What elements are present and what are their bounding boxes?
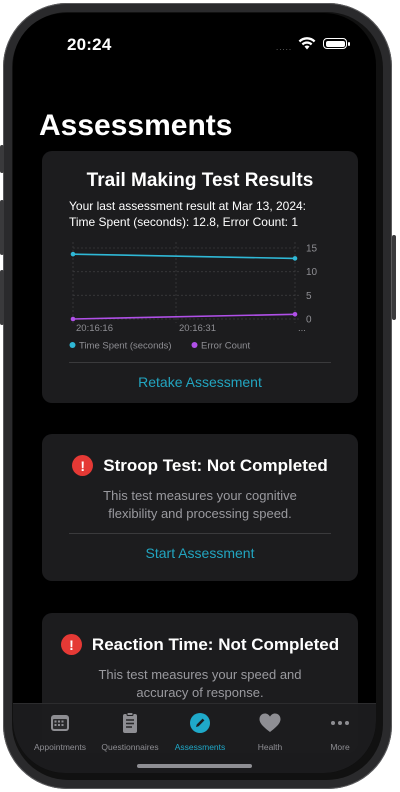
retake-assessment-button[interactable]: Retake Assessment	[42, 374, 358, 390]
trail-results-chart: 15 10 5 0 20:16:16 20:16:31 ... Time Spent (sec…	[69, 242, 318, 352]
clipboard-icon	[123, 712, 137, 733]
tab-label: Questionnaires	[101, 742, 159, 752]
screen: 20:24 ..... Assessments Trail Making Tes…	[13, 13, 376, 773]
card-divider	[69, 362, 331, 363]
wifi-icon	[298, 37, 316, 50]
y-tick-label: 10	[306, 267, 318, 278]
data-point	[292, 311, 298, 317]
calendar-icon	[51, 715, 69, 731]
heart-icon	[259, 713, 281, 732]
y-tick-label: 5	[306, 291, 312, 302]
power-button	[392, 235, 396, 320]
result-line-2: Time Spent (seconds): 12.8, Error Count:…	[69, 215, 298, 229]
series-line-1	[72, 313, 296, 320]
tab-label: Health	[257, 742, 283, 752]
status-time: 20:24	[67, 35, 112, 54]
volume-down-button	[0, 270, 4, 325]
legend-label: Error Count	[201, 341, 250, 352]
reaction-desc-line-2: accuracy of response.	[136, 685, 264, 700]
signal-indicator: .....	[276, 43, 293, 52]
result-line-1: Your last assessment result at Mar 13, 2…	[69, 199, 307, 213]
tab-more[interactable]: More	[304, 712, 376, 752]
page-title: Assessments	[39, 109, 233, 142]
reaction-card-title: Reaction Time: Not Completed	[91, 634, 340, 654]
data-point	[70, 316, 76, 322]
tab-label: Appointments	[34, 742, 86, 752]
x-tick-label: 20:16:16	[76, 323, 113, 334]
reaction-description: This test measures your speed and accura…	[42, 666, 358, 702]
tab-appointments[interactable]: Appointments	[24, 712, 96, 752]
legend-marker	[69, 342, 76, 348]
stroop-desc-line-2: flexibility and processing speed.	[108, 506, 292, 521]
trail-result-text: Your last assessment result at Mar 13, 2…	[69, 198, 339, 230]
x-tick-label: ...	[298, 323, 306, 334]
reaction-card-header: ! Reaction Time: Not Completed	[42, 634, 358, 655]
data-point	[70, 251, 76, 257]
x-tick-label: 20:16:31	[179, 323, 216, 334]
stroop-description: This test measures your cognitive flexib…	[42, 487, 358, 523]
volume-up-button	[0, 200, 4, 255]
home-indicator	[137, 764, 252, 768]
battery-icon	[323, 38, 350, 49]
tab-assessments[interactable]: Assessments	[164, 712, 236, 752]
legend-marker	[191, 342, 198, 348]
stroop-test-card: ! Stroop Test: Not Completed This test m…	[42, 434, 358, 581]
card-divider	[69, 533, 331, 534]
tab-health[interactable]: Health	[234, 712, 306, 752]
legend-label: Time Spent (seconds)	[79, 341, 172, 352]
pencil-icon	[190, 713, 210, 733]
status-bar: 20:24 .....	[13, 13, 376, 67]
y-tick-label: 0	[306, 315, 312, 326]
y-tick-label: 15	[306, 244, 318, 255]
trail-card-title: Trail Making Test Results	[86, 170, 314, 191]
exclamation-icon: !	[60, 634, 82, 655]
stroop-desc-line-1: This test measures your cognitive	[103, 488, 297, 503]
tab-label: More	[330, 742, 350, 752]
ellipsis-icon	[331, 721, 349, 725]
series-line-0	[72, 253, 296, 260]
stroop-card-title: Stroop Test: Not Completed	[103, 455, 328, 475]
start-assessment-button[interactable]: Start Assessment	[42, 545, 358, 561]
reaction-desc-line-1: This test measures your speed and	[98, 667, 302, 682]
tab-label: Assessments	[174, 742, 226, 752]
trail-making-card: Trail Making Test Results Your last asse…	[42, 151, 358, 403]
tab-bar: Appointments Questionnaires Assessments	[13, 703, 376, 773]
action-button	[0, 145, 4, 173]
stroop-card-header: ! Stroop Test: Not Completed	[42, 455, 358, 476]
exclamation-icon: !	[72, 455, 94, 476]
tab-questionnaires[interactable]: Questionnaires	[94, 712, 166, 752]
data-point	[292, 256, 298, 261]
